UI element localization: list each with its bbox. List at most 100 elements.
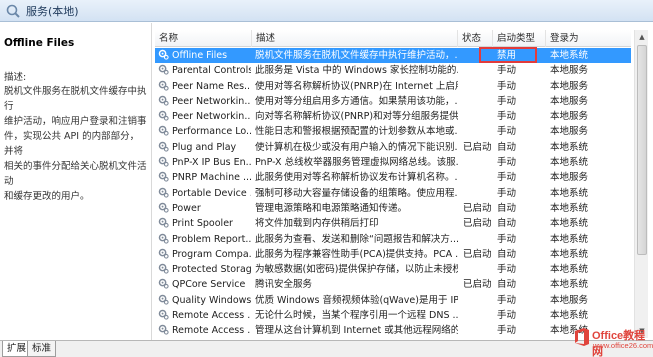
service-name: Offline Files (172, 50, 228, 61)
services-icon (6, 4, 20, 18)
service-row[interactable]: Protected Storage 为敏感数据(如密码)提供保护存储，以防止未授权… (155, 262, 631, 277)
service-gear-icon (158, 49, 169, 60)
service-gear-icon (158, 65, 169, 75)
service-row[interactable]: Power 管理电源策略和电源策略通知传递。 已启动 自动 本地系统 (155, 201, 631, 216)
service-name-cell: Peer Networkin... (158, 109, 251, 124)
service-logon-as: 本地服务 (550, 65, 589, 77)
service-name-cell: Quality Windows... (158, 293, 251, 308)
service-name-cell: Program Compa... (158, 247, 251, 262)
service-row[interactable]: Problem Report... 此服务为查看、发送和删除“问题报告和解决方..… (155, 232, 631, 247)
service-description: 向对等名称解析协议(PNRP)和对等分组服务提供... (255, 111, 458, 123)
service-description: 此服务是 Vista 中的 Windows 家长控制功能的... (255, 65, 458, 77)
service-row[interactable]: Parental Controls 此服务是 Vista 中的 Windows 家… (155, 63, 631, 78)
vertical-scrollbar[interactable]: ▲ ▼ (634, 30, 648, 338)
service-description: 脱机文件服务在脱机文件缓存中执行维护活动，... (255, 50, 458, 61)
service-startup-type: 手动 (497, 187, 517, 199)
service-gear-icon (158, 325, 169, 335)
scroll-up-arrow-icon[interactable]: ▲ (635, 30, 649, 44)
service-gear-icon (158, 202, 169, 213)
service-status: 已启动 (463, 279, 492, 291)
service-startup-type: 手动 (497, 294, 517, 306)
service-status (463, 186, 497, 201)
service-row[interactable]: Peer Networkin... 向对等名称解析协议(PNRP)和对等分组服务提… (155, 109, 631, 124)
service-name-cell: Remote Access ... (158, 308, 251, 323)
service-name: Print Spooler (172, 218, 233, 230)
column-header-status[interactable]: 状态 (458, 30, 493, 47)
service-startup-type: 手动 (497, 233, 517, 245)
service-gear-icon (158, 156, 169, 167)
service-row[interactable]: PNRP Machine ... 此服务使用对等名称解析协议发布计算机名称。...… (155, 170, 631, 185)
view-tabs: 扩展 标准 (0, 340, 653, 357)
service-gear-icon (158, 110, 169, 121)
selected-service-title: Offline Files (4, 37, 75, 49)
service-name: PnP-X IP Bus En... (172, 157, 251, 169)
service-startup-type: 手动 (497, 126, 517, 138)
description-label: 描述: (4, 72, 27, 83)
service-row[interactable]: Peer Name Res... 使用对等名称解析协议(PNRP)在 Intern… (155, 79, 631, 94)
service-logon-as: 本地系统 (550, 248, 589, 260)
service-name-cell: Portable Device ... (158, 186, 251, 201)
service-row[interactable]: Plug and Play 使计算机在极少或没有用户输入的情况下能识别... 已启动… (155, 140, 631, 155)
service-description: 使用对等名称解析协议(PNRP)在 Internet 上启用... (255, 80, 458, 92)
service-row[interactable]: Peer Networkin... 使用对等分组启用多方通信。如果禁用该功能，..… (155, 94, 631, 109)
description-pane: Offline Files 描述: 脱机文件服务在脱机文件缓存中执行 维护活动，… (0, 23, 152, 340)
column-header-name[interactable]: 名称 (155, 30, 252, 47)
service-status (463, 170, 497, 185)
service-logon-as: 本地服务 (550, 111, 589, 123)
column-header-logon-as[interactable]: 登录为 (546, 30, 631, 47)
title-bar: 服务(本地) (0, 0, 653, 22)
service-logon-as: 本地系统 (550, 218, 589, 230)
service-name-cell: Plug and Play (158, 140, 251, 155)
service-description: 管理从这台计算机到 Internet 或其他远程网络的... (255, 325, 458, 337)
service-rows: Offline Files 脱机文件服务在脱机文件缓存中执行维护活动，... 禁用本… (155, 48, 631, 339)
service-row[interactable]: Print Spooler 将文件加载到内存供稍后打印 已启动 自动 本地系统 (155, 216, 631, 231)
service-row[interactable]: Remote Access ... 管理从这台计算机到 Internet 或其他远… (155, 323, 631, 338)
service-startup-type: 自动 (497, 202, 517, 214)
service-startup-type: 手动 (497, 157, 517, 169)
service-status (463, 293, 497, 308)
service-logon-as: 本地服务 (550, 294, 589, 306)
service-name: Protected Storage (172, 264, 251, 276)
service-gear-icon (158, 95, 169, 106)
service-name: QPCore Service (172, 279, 246, 291)
service-startup-type: 自动 (497, 248, 517, 260)
service-row[interactable]: Offline Files 脱机文件服务在脱机文件缓存中执行维护活动，... 禁用本… (155, 48, 631, 64)
service-name: PNRP Machine ... (172, 172, 251, 184)
tab-standard[interactable]: 标准 (27, 341, 57, 357)
service-startup-type: 自动 (497, 218, 517, 230)
service-status (463, 262, 497, 277)
service-row[interactable]: QPCore Service 腾讯安全服务 已启动 自动 本地系统 (155, 277, 631, 292)
service-name: Remote Access ... (172, 325, 251, 337)
service-logon-as: 本地系统 (550, 157, 589, 169)
service-gear-icon (158, 172, 169, 183)
service-description: 此服务为查看、发送和删除“问题报告和解决方... (255, 233, 458, 245)
service-row[interactable]: Portable Device ... 强制可移动大容量存储设备的组策略。使应用程… (155, 186, 631, 201)
service-description: 使计算机在极少或没有用户输入的情况下能识别... (255, 141, 458, 153)
column-header-startup-type[interactable]: 启动类型 (493, 30, 546, 47)
service-name: Plug and Play (172, 141, 237, 153)
service-gear-icon (158, 233, 169, 244)
service-row[interactable]: Program Compa... 此服务为程序兼容性助手(PCA)提供支持。PCA… (155, 247, 631, 262)
service-status: 已启动 (463, 141, 492, 153)
service-status (463, 323, 497, 338)
service-logon-as: 本地服务 (550, 95, 589, 107)
column-header-description[interactable]: 描述 (252, 30, 458, 47)
service-name-cell: Peer Networkin... (158, 94, 251, 109)
service-gear-icon (158, 126, 169, 137)
service-startup-type: 手动 (497, 325, 517, 337)
service-row[interactable]: Remote Access ... 无论什么时候，当某个程序引用一个远程 DNS … (155, 308, 631, 323)
service-startup-type: 自动 (497, 279, 517, 291)
service-gear-icon (158, 309, 169, 320)
service-name-cell: Print Spooler (158, 216, 251, 231)
service-row[interactable]: PnP-X IP Bus En... PnP-X 总线枚举器服务管理虚拟网络总线。… (155, 155, 631, 170)
service-description: 将文件加载到内存供稍后打印 (255, 218, 379, 230)
service-row[interactable]: Quality Windows... 优质 Windows 音频视频体验(qWav… (155, 293, 631, 308)
service-status (463, 79, 497, 94)
scrollbar-thumb[interactable] (637, 45, 647, 255)
service-row[interactable]: Performance Lo... 性能日志和警报根据预配置的计划参数从本地或..… (155, 124, 631, 139)
service-logon-as: 本地服务 (550, 126, 589, 138)
service-description: 优质 Windows 音频视频体验(qWave)是用于 IP ... (255, 294, 458, 306)
service-status (463, 124, 497, 139)
watermark: Office教程网 www.office26.com (573, 325, 653, 357)
list-header: 名称 描述 状态 启动类型 登录为 (155, 30, 631, 47)
